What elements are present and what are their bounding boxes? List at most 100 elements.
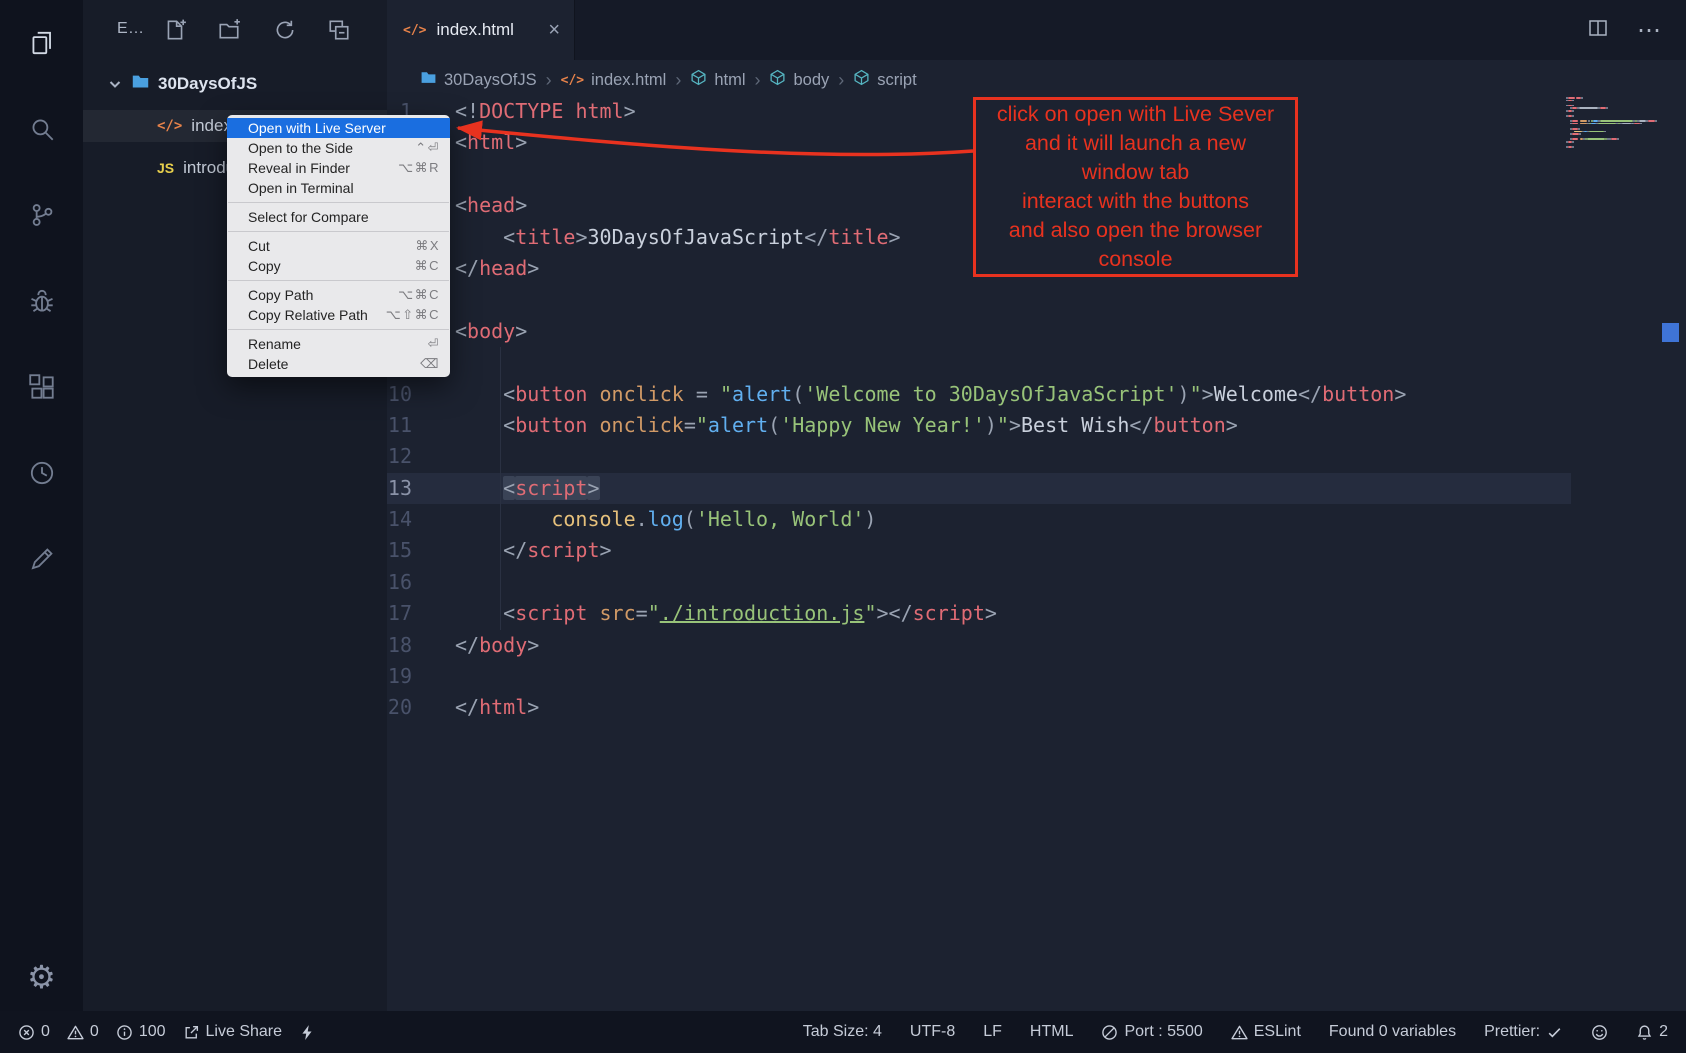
menu-item-shortcut: ⌘C: [415, 258, 440, 274]
refresh-icon[interactable]: [273, 18, 299, 44]
menu-item-copy-path[interactable]: Copy Path⌥⌘C: [227, 285, 450, 305]
code-line-19[interactable]: 19: [387, 661, 1686, 692]
status-eslint[interactable]: ESLint: [1231, 1023, 1301, 1041]
tree-root-folder[interactable]: 30DaysOfJS: [83, 68, 387, 100]
info-icon: [116, 1024, 133, 1041]
status-language-mode[interactable]: HTML: [1030, 1023, 1074, 1041]
chevron-down-icon: [107, 76, 123, 92]
line-number: 18: [387, 630, 455, 661]
menu-item-label: Reveal in Finder: [248, 160, 350, 176]
code-line-7[interactable]: 7: [387, 284, 1686, 315]
status-encoding-label: UTF-8: [910, 1023, 955, 1041]
settings-gear-icon[interactable]: ⚙: [0, 961, 83, 993]
error-icon: [18, 1024, 35, 1041]
breadcrumb-item-body[interactable]: body: [769, 69, 829, 91]
status-eol[interactable]: LF: [983, 1023, 1002, 1041]
warning-icon: [67, 1024, 84, 1041]
menu-item-delete[interactable]: Delete ⌫: [227, 354, 450, 374]
breadcrumb-label: html: [714, 71, 745, 90]
menu-item-shortcut: ⌥⇧⌘C: [386, 307, 440, 323]
menu-item-copy-relative-path[interactable]: Copy Relative Path⌥⇧⌘C: [227, 305, 450, 325]
smiley-icon: [1591, 1024, 1608, 1041]
status-warnings[interactable]: 0: [67, 1023, 99, 1041]
status-errors[interactable]: 0: [18, 1023, 50, 1041]
code-line-16[interactable]: 16: [387, 567, 1686, 598]
line-number: 15: [387, 535, 455, 566]
status-notifications[interactable]: 2: [1636, 1023, 1668, 1041]
code-line-14[interactable]: 14 console.log('Hello, World'): [387, 504, 1686, 535]
code-line-18[interactable]: 18</body>: [387, 630, 1686, 661]
gear-glyph: ⚙: [27, 961, 56, 993]
editor-actions: ⋯: [1587, 16, 1686, 45]
breadcrumb-separator: ›: [675, 70, 681, 91]
menu-item-open-in-terminal[interactable]: Open in Terminal: [227, 178, 450, 198]
run-debug-icon[interactable]: [17, 276, 67, 326]
tab-bar: </> index.html × ⋯: [387, 0, 1686, 60]
status-quick-actions[interactable]: [299, 1024, 316, 1041]
code-line-20[interactable]: 20</html>: [387, 692, 1686, 723]
menu-item-shortcut: ⌃⏎: [415, 140, 440, 156]
menu-item-open-to-the-side[interactable]: Open to the Side ⌃⏎: [227, 138, 450, 158]
code-line-11[interactable]: 11 <button onclick="alert('Happy New Yea…: [387, 410, 1686, 441]
code-line-12[interactable]: 12: [387, 441, 1686, 472]
menu-separator: [228, 202, 449, 203]
menu-item-label: Open to the Side: [248, 140, 353, 156]
html-file-icon: </>: [157, 118, 182, 134]
zap-icon: [299, 1024, 316, 1041]
code-line-8[interactable]: 8<body>: [387, 316, 1686, 347]
status-prettier-label: Prettier:: [1484, 1023, 1540, 1041]
status-tab-size[interactable]: Tab Size: 4: [803, 1023, 882, 1041]
menu-item-label: Open in Terminal: [248, 180, 354, 196]
js-file-icon: JS: [157, 160, 174, 176]
status-errors-label: 0: [41, 1023, 50, 1041]
vscode-window: ⚙ E… 30DaysOfJS: [0, 0, 1686, 1053]
breadcrumb-item-file[interactable]: </> index.html: [561, 71, 667, 90]
status-info-count[interactable]: 100: [116, 1023, 166, 1041]
menu-item-copy[interactable]: Copy⌘C: [227, 256, 450, 276]
line-number: 12: [387, 441, 455, 472]
status-live-server-port[interactable]: Port : 5500: [1101, 1023, 1202, 1041]
status-feedback[interactable]: [1591, 1024, 1608, 1041]
extensions-icon[interactable]: [17, 362, 67, 412]
code-line-17[interactable]: 17 <script src="./introduction.js"></scr…: [387, 598, 1686, 629]
tab-index-html[interactable]: </> index.html ×: [387, 0, 575, 60]
more-actions-icon[interactable]: ⋯: [1637, 16, 1662, 45]
share-icon: [183, 1024, 200, 1041]
menu-item-shortcut: ⌫: [420, 356, 440, 372]
code-line-9[interactable]: 9: [387, 347, 1686, 378]
menu-item-reveal-in-finder[interactable]: Reveal in Finder⌥⌘R: [227, 158, 450, 178]
line-number: 11: [387, 410, 455, 441]
collapse-all-icon[interactable]: [327, 18, 353, 44]
split-editor-icon[interactable]: [1587, 17, 1609, 44]
code-line-10[interactable]: 10 <button onclick = "alert('Welcome to …: [387, 379, 1686, 410]
minimap[interactable]: [1566, 97, 1658, 149]
source-control-icon[interactable]: [17, 190, 67, 240]
menu-item-select-for-compare[interactable]: Select for Compare: [227, 207, 450, 227]
edit-session-icon[interactable]: [17, 534, 67, 584]
menu-separator: [228, 231, 449, 232]
breadcrumb-item-html[interactable]: html: [690, 69, 745, 91]
code-line-15[interactable]: 15 </script>: [387, 535, 1686, 566]
new-folder-icon[interactable]: [217, 18, 243, 44]
status-variables-found[interactable]: Found 0 variables: [1329, 1023, 1456, 1041]
breadcrumb-item-script[interactable]: script: [853, 69, 916, 91]
breadcrumb-item-folder[interactable]: 30DaysOfJS: [420, 69, 537, 91]
breadcrumb-separator: ›: [754, 70, 760, 91]
close-tab-icon[interactable]: ×: [548, 20, 560, 40]
status-live-share[interactable]: Live Share: [183, 1023, 283, 1041]
status-prettier[interactable]: Prettier:: [1484, 1023, 1563, 1041]
bell-icon: [1636, 1024, 1653, 1041]
search-icon[interactable]: [17, 104, 67, 154]
status-encoding[interactable]: UTF-8: [910, 1023, 955, 1041]
line-number: 14: [387, 504, 455, 535]
code-line-13[interactable]: 13 <script>: [387, 473, 1686, 504]
menu-item-cut[interactable]: Cut⌘X: [227, 236, 450, 256]
menu-item-open-with-live-server[interactable]: Open with Live Server: [227, 118, 450, 138]
new-file-icon[interactable]: [163, 18, 189, 44]
explorer-icon[interactable]: [17, 18, 67, 68]
menu-item-label: Delete: [248, 356, 288, 372]
history-icon[interactable]: [17, 448, 67, 498]
breadcrumb-label: index.html: [591, 71, 666, 90]
menu-item-rename[interactable]: Rename⏎: [227, 334, 450, 354]
activity-bar: ⚙: [0, 0, 83, 1011]
